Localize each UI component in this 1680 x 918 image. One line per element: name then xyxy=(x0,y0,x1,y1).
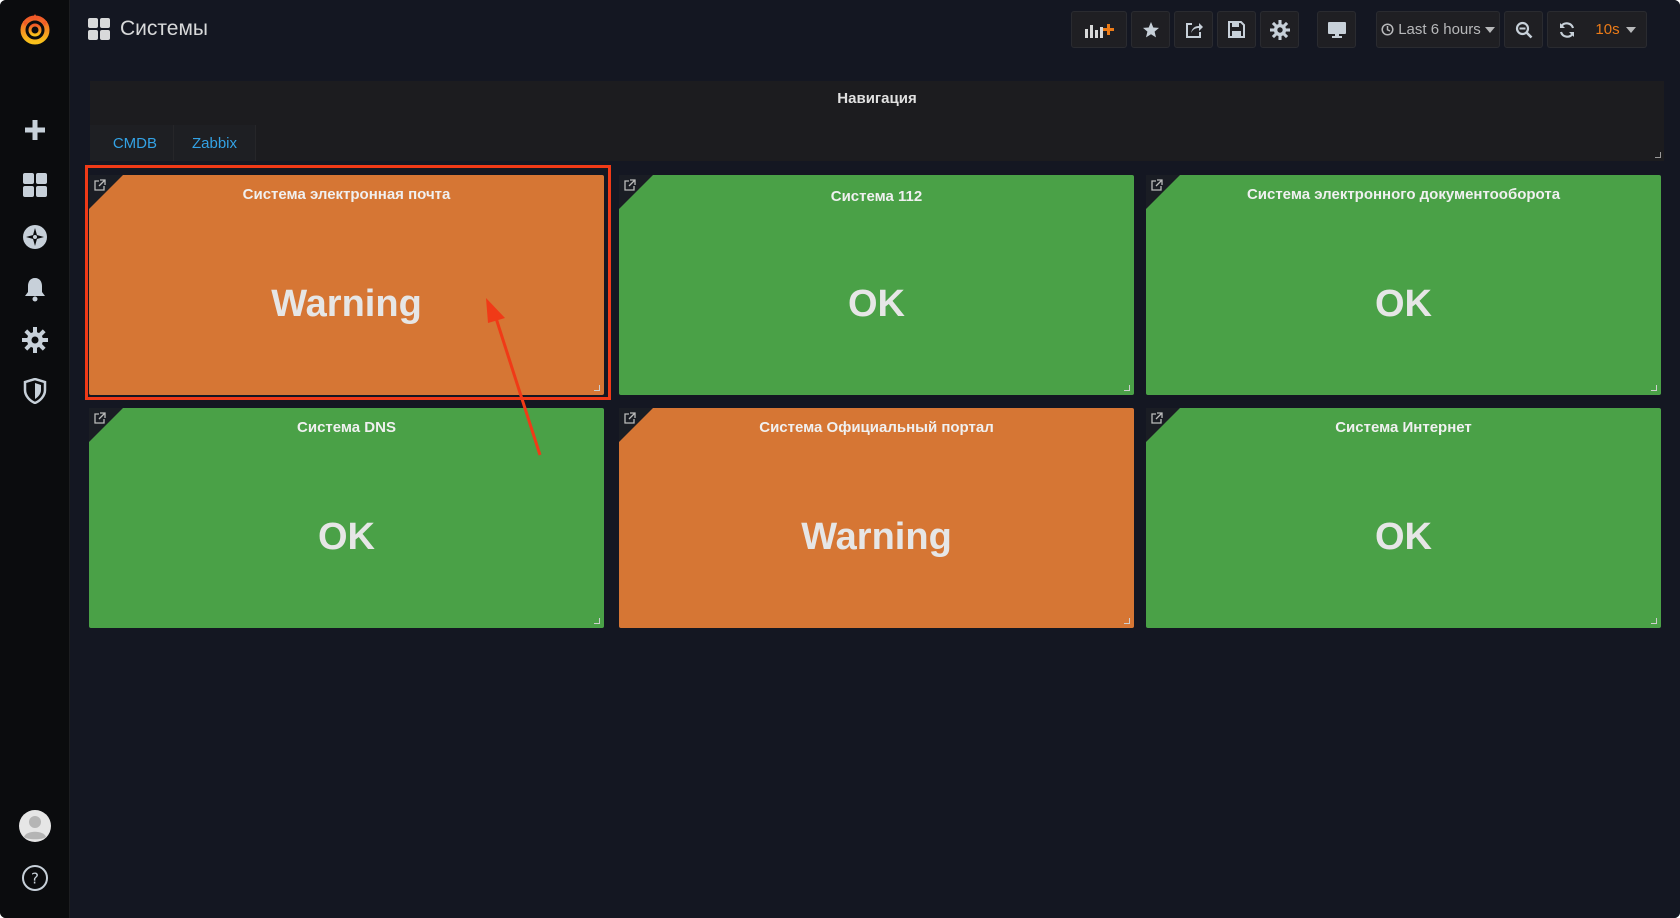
avatar-icon xyxy=(19,810,51,842)
add-panel-icon xyxy=(1085,23,1114,38)
external-link-icon[interactable] xyxy=(94,412,106,424)
status-value: OK xyxy=(848,283,905,325)
external-link-icon[interactable] xyxy=(624,179,636,191)
save-icon xyxy=(1228,21,1245,38)
panel-title: Навигация xyxy=(837,90,917,107)
status-value: Warning xyxy=(271,283,422,325)
panel-title: Система электронная почта xyxy=(242,186,451,203)
external-link-icon[interactable] xyxy=(1151,179,1163,191)
navigation-panel: Навигация CMDB Zabbix xyxy=(90,81,1664,161)
gear-icon xyxy=(22,327,48,353)
nav-link-cmdb[interactable]: CMDB xyxy=(90,125,174,161)
refresh-interval-picker[interactable]: 10s xyxy=(1585,11,1647,48)
external-link-icon[interactable] xyxy=(1151,412,1163,424)
dashboard-grid-icon xyxy=(88,18,110,40)
clock-icon xyxy=(1381,23,1394,36)
plus-icon xyxy=(25,120,45,140)
status-panel-portal[interactable]: Система Официальный портал Warning xyxy=(619,408,1134,628)
status-panel-edo[interactable]: Система электронного документооборота OK xyxy=(1146,175,1661,395)
refresh-button[interactable] xyxy=(1547,11,1585,48)
sidebar-item-dashboards[interactable] xyxy=(0,162,70,208)
resize-handle[interactable] xyxy=(594,385,600,391)
resize-handle[interactable] xyxy=(1124,618,1130,624)
share-icon xyxy=(1185,22,1203,38)
svg-text:?: ? xyxy=(31,870,39,888)
monitor-icon xyxy=(1327,21,1346,38)
panel-title: Система электронного документооборота xyxy=(1246,186,1561,203)
status-panel-dns[interactable]: Система DNS OK xyxy=(89,408,604,628)
compass-icon xyxy=(23,225,47,249)
star-icon xyxy=(1142,21,1159,37)
resize-handle[interactable] xyxy=(1655,152,1661,158)
settings-button[interactable] xyxy=(1260,11,1299,48)
app-window: ? Системы Last 6 hours 10s Навигация CMD… xyxy=(0,0,1680,918)
shield-icon xyxy=(23,378,47,404)
star-button[interactable] xyxy=(1131,11,1170,48)
save-button[interactable] xyxy=(1217,11,1256,48)
gear-icon xyxy=(1269,19,1290,40)
sidebar-item-alerting[interactable] xyxy=(0,266,70,312)
status-value: OK xyxy=(1375,516,1432,558)
zoom-out-icon xyxy=(1515,21,1532,38)
grafana-logo-icon[interactable] xyxy=(0,6,70,52)
zoom-out-button[interactable] xyxy=(1504,11,1543,48)
status-value: Warning xyxy=(801,516,952,558)
sidebar-item-help[interactable]: ? xyxy=(0,855,70,901)
resize-handle[interactable] xyxy=(1651,618,1657,624)
time-range-label: Last 6 hours xyxy=(1398,21,1481,38)
external-link-icon[interactable] xyxy=(94,179,106,191)
page-title: Системы xyxy=(120,17,208,40)
panel-title: Система Официальный портал xyxy=(759,419,994,436)
chevron-down-icon xyxy=(1484,26,1495,33)
resize-handle[interactable] xyxy=(1651,385,1657,391)
main-area: Системы Last 6 hours 10s Навигация CMDB … xyxy=(70,0,1680,918)
tv-mode-button[interactable] xyxy=(1317,11,1356,48)
refresh-interval-label: 10s xyxy=(1595,21,1620,38)
nav-link-zabbix[interactable]: Zabbix xyxy=(174,125,256,161)
help-icon: ? xyxy=(22,865,48,891)
sidebar-item-profile[interactable] xyxy=(0,803,70,849)
status-value: OK xyxy=(318,516,375,558)
dashboard-title[interactable]: Системы xyxy=(88,14,208,44)
chevron-down-icon xyxy=(1625,26,1636,33)
sidebar: ? xyxy=(0,0,70,918)
panel-title: Система 112 xyxy=(830,188,923,205)
sidebar-item-configuration[interactable] xyxy=(0,317,70,363)
panel-title: Система DNS xyxy=(297,419,396,436)
resize-handle[interactable] xyxy=(1124,385,1130,391)
refresh-icon xyxy=(1559,21,1574,38)
sidebar-item-create[interactable] xyxy=(0,107,70,153)
status-value: OK xyxy=(1375,283,1432,325)
panel-title: Система Интернет xyxy=(1335,419,1472,436)
status-panel-internet[interactable]: Система Интернет OK xyxy=(1146,408,1661,628)
external-link-icon[interactable] xyxy=(624,412,636,424)
bell-icon xyxy=(25,278,45,302)
share-button[interactable] xyxy=(1174,11,1213,48)
dashboard-grid-icon xyxy=(23,173,47,197)
resize-handle[interactable] xyxy=(594,618,600,624)
sidebar-item-server-admin[interactable] xyxy=(0,368,70,414)
status-panel-112[interactable]: Система 112 OK xyxy=(619,175,1134,395)
add-panel-button[interactable] xyxy=(1071,11,1127,48)
time-range-picker[interactable]: Last 6 hours xyxy=(1376,11,1500,48)
status-panel-email[interactable]: Система электронная почта Warning xyxy=(89,175,604,395)
sidebar-item-explore[interactable] xyxy=(0,214,70,260)
